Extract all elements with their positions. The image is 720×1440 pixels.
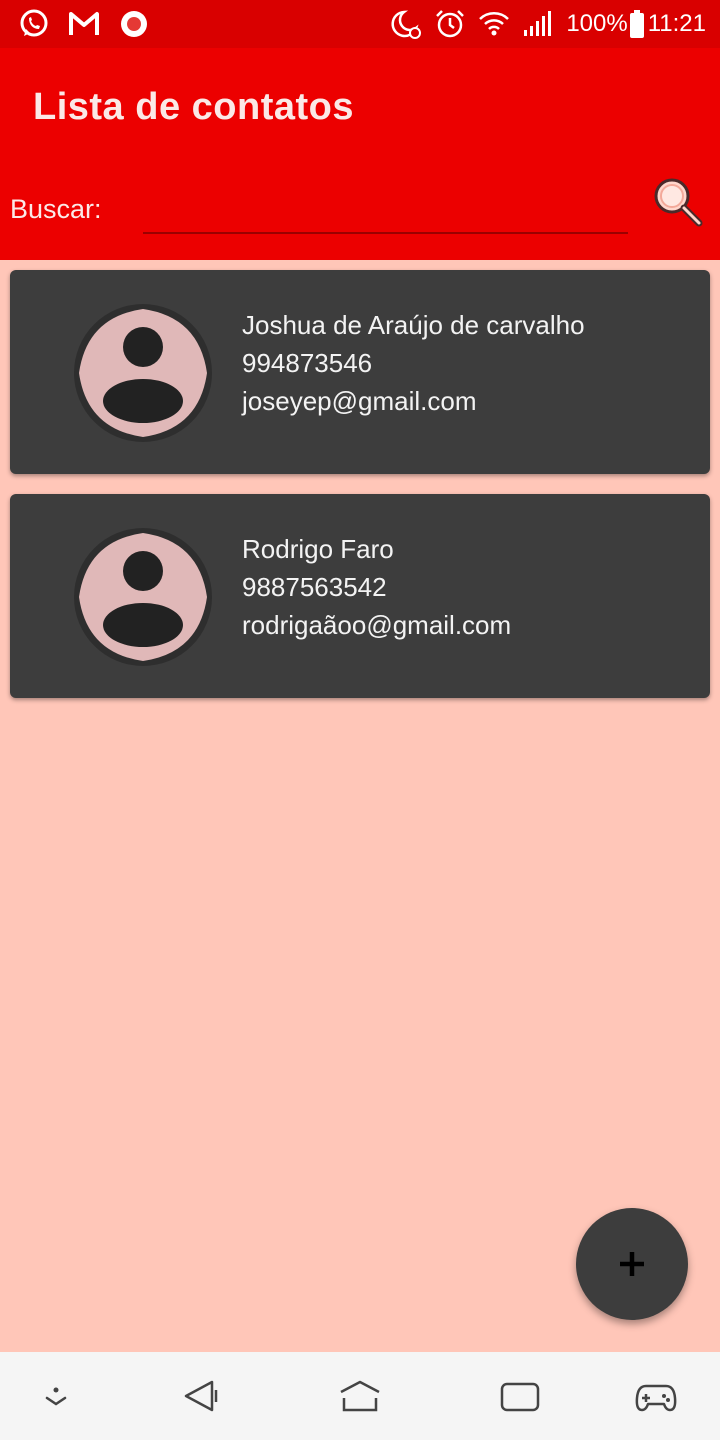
contact-card[interactable]: Rodrigo Faro 9887563542 rodrigaãoo@gmail…: [10, 494, 710, 698]
do-not-disturb-icon: [391, 10, 422, 39]
home-icon[interactable]: [338, 1376, 382, 1416]
system-status: 100% 11:21: [390, 8, 706, 40]
person-icon: [79, 533, 207, 661]
search-icon[interactable]: [652, 176, 704, 228]
game-launcher-icon[interactable]: [634, 1376, 678, 1416]
contact-info: Rodrigo Faro 9887563542 rodrigaãoo@gmail…: [242, 530, 511, 644]
recording-icon: [121, 11, 147, 37]
person-icon: [79, 309, 207, 437]
contact-phone: 9887563542: [242, 572, 387, 602]
battery-icon: [629, 10, 644, 38]
search-input[interactable]: [143, 188, 628, 234]
wifi-icon: [479, 12, 510, 36]
app-bar: Lista de contatos Buscar:: [0, 48, 720, 260]
gmail-icon: [69, 12, 99, 35]
alarm-icon: [436, 10, 465, 38]
search-label: Buscar:: [10, 194, 102, 224]
notification-icons: [18, 8, 150, 40]
contact-email: rodrigaãoo@gmail.com: [242, 610, 512, 640]
page-title: Lista de contatos: [33, 86, 354, 128]
contact-name: Joshua de Araújo de carvalho: [242, 310, 585, 340]
back-icon[interactable]: [180, 1376, 224, 1416]
hide-nav-icon[interactable]: [34, 1376, 78, 1416]
recents-icon[interactable]: [498, 1376, 542, 1416]
signal-icon: [524, 11, 552, 36]
clock: 11:21: [647, 10, 706, 37]
contact-info: Joshua de Araújo de carvalho 994873546 j…: [242, 306, 585, 420]
avatar: [74, 528, 212, 666]
status-bar: 100% 11:21: [0, 0, 720, 48]
contact-phone: 994873546: [242, 348, 373, 378]
plus-icon: [620, 1252, 644, 1276]
contact-email: joseyep@gmail.com: [242, 386, 477, 416]
avatar: [74, 304, 212, 442]
navigation-bar: [0, 1352, 720, 1440]
battery-percentage: 100%: [566, 10, 628, 37]
add-contact-button[interactable]: [576, 1208, 688, 1320]
whatsapp-icon: [20, 9, 48, 37]
contact-card[interactable]: Joshua de Araújo de carvalho 994873546 j…: [10, 270, 710, 474]
contact-name: Rodrigo Faro: [242, 534, 394, 564]
